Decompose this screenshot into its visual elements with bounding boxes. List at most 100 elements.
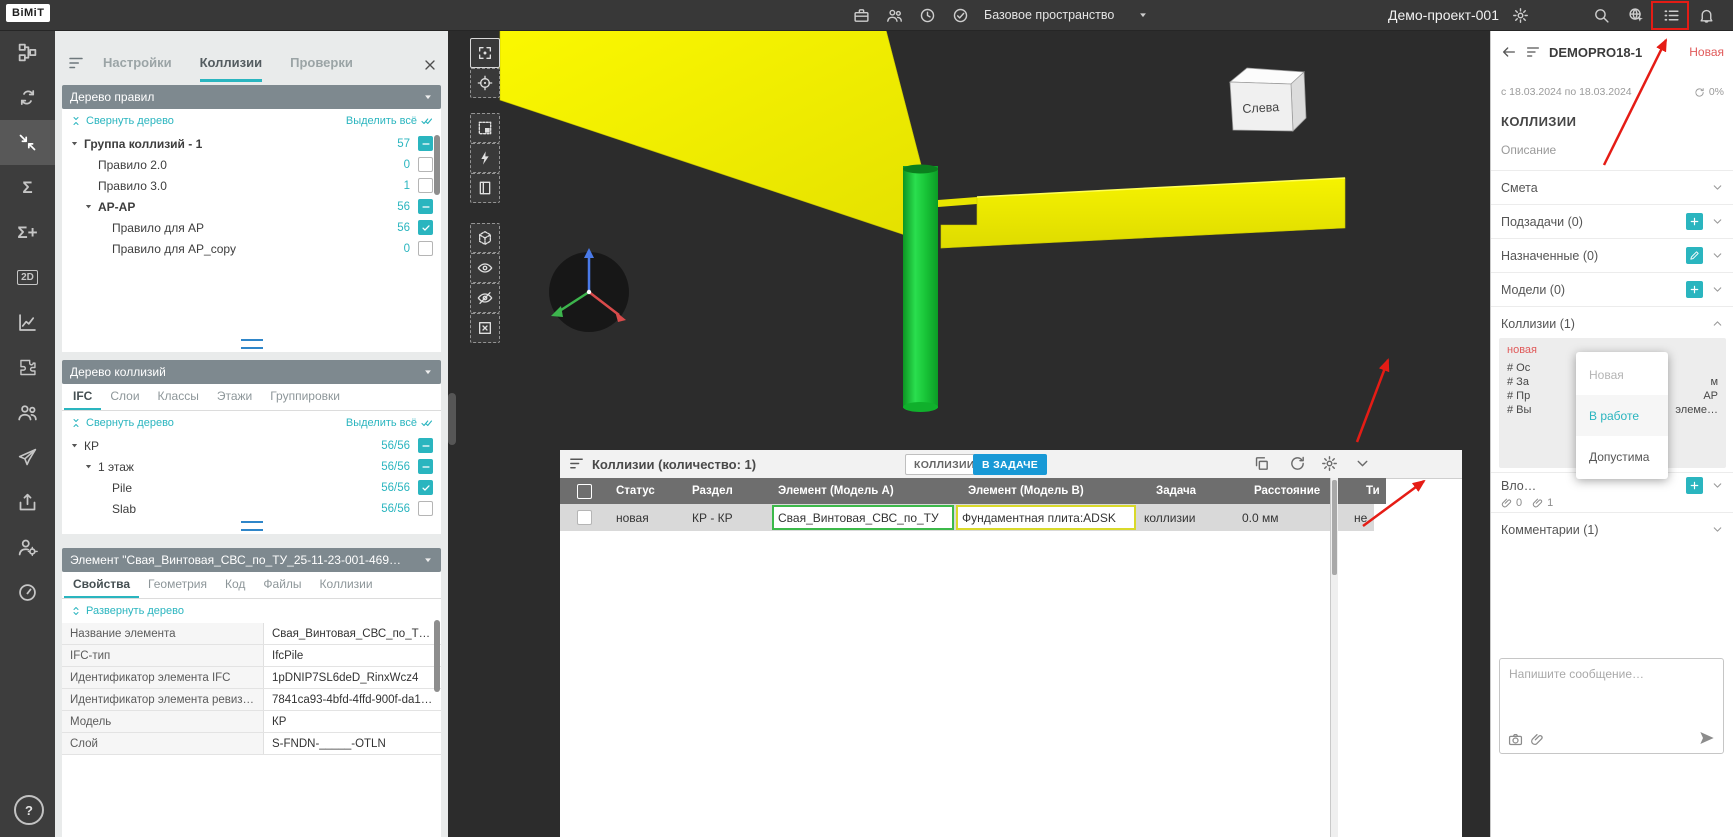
column-header[interactable]: Элемент (Модель A) — [770, 485, 960, 497]
tree-tab-4[interactable]: Группировки — [261, 384, 349, 410]
panel-tab-1[interactable]: Коллизии — [200, 55, 263, 82]
edit-assigned-button[interactable] — [1686, 247, 1703, 264]
model-sync-icon[interactable] — [0, 75, 55, 120]
notifications-icon[interactable] — [1695, 4, 1717, 26]
close-panel-icon[interactable] — [422, 57, 438, 73]
caret-down-icon[interactable] — [70, 139, 84, 148]
sum-plus-icon[interactable]: Σ+ — [0, 210, 55, 255]
users-icon[interactable] — [883, 4, 905, 26]
collapse-tree-link[interactable]: Свернуть дерево — [70, 417, 174, 429]
zoom-window-button[interactable] — [470, 113, 500, 143]
row-checkbox[interactable] — [418, 459, 433, 474]
task-list-icon[interactable] — [1660, 4, 1682, 26]
tree-row[interactable]: Группа коллизий - 1 57 — [62, 133, 441, 154]
section-collisions[interactable]: Коллизии (1) — [1491, 306, 1733, 340]
cell-element-b[interactable]: Фундаментная плита:ADSK — [954, 504, 1136, 531]
task-menu-icon[interactable] — [1525, 44, 1541, 60]
view-cube-label[interactable]: Слева — [1242, 100, 1279, 116]
property-row[interactable]: Слой S-FNDN-_____-OTLN — [62, 733, 441, 755]
element-tab-1[interactable]: Геометрия — [139, 572, 216, 598]
send-icon[interactable] — [0, 435, 55, 480]
caret-down-icon[interactable] — [84, 202, 98, 211]
tree-tab-0[interactable]: IFC — [64, 384, 101, 410]
fit-view-button[interactable] — [470, 38, 500, 68]
sort-icon[interactable] — [67, 54, 85, 72]
search-icon[interactable] — [1590, 4, 1612, 26]
tree-row[interactable]: Правило 3.0 1 — [62, 175, 441, 196]
message-input[interactable]: Напишите сообщение… — [1499, 658, 1724, 754]
column-header[interactable]: Элемент (Модель B) — [960, 485, 1148, 497]
add-model-button[interactable] — [1686, 281, 1703, 298]
section-assigned[interactable]: Назначенные (0) — [1491, 238, 1733, 272]
app-logo[interactable]: BiMiT — [6, 4, 50, 22]
refresh-icon[interactable] — [1289, 455, 1306, 472]
tree-row[interactable]: Slab 56/56 — [62, 498, 441, 519]
element-tab-3[interactable]: Файлы — [254, 572, 310, 598]
tree-row[interactable]: Правило для АР 56 — [62, 217, 441, 238]
sort-icon[interactable] — [568, 455, 585, 472]
row-checkbox[interactable] — [418, 136, 433, 151]
scrollbar[interactable] — [434, 620, 440, 692]
show-button[interactable] — [470, 253, 500, 283]
select-all-link[interactable]: Выделить всё — [346, 417, 433, 429]
project-settings-icon[interactable] — [1509, 4, 1531, 26]
hide-button[interactable] — [470, 283, 500, 313]
select-all-link[interactable]: Выделить всё — [346, 115, 433, 127]
workspace-selector[interactable]: Базовое пространство — [984, 0, 1154, 30]
sheets-button[interactable] — [470, 173, 500, 203]
task-status-badge[interactable]: Новая — [1689, 45, 1724, 59]
panel-tab-2[interactable]: Проверки — [290, 55, 353, 82]
check-circle-icon[interactable] — [949, 4, 971, 26]
column-header[interactable]: Расстояние — [1246, 485, 1358, 497]
briefcase-icon[interactable] — [850, 4, 872, 26]
resize-handle[interactable] — [241, 339, 263, 349]
row-checkbox[interactable] — [418, 480, 433, 495]
row-checkbox[interactable] — [418, 501, 433, 516]
cell-element-a[interactable]: Свая_Винтовая_СВС_по_ТУ — [770, 504, 954, 531]
chevron-down-icon[interactable] — [1354, 455, 1371, 472]
resize-handle[interactable] — [241, 521, 263, 531]
plugins-icon[interactable] — [0, 345, 55, 390]
in-task-toggle-button[interactable]: В ЗАДАЧЕ — [973, 454, 1047, 475]
element-tab-4[interactable]: Коллизии — [311, 572, 382, 598]
nav-gizmo[interactable] — [549, 248, 629, 332]
attach-icon[interactable] — [1530, 732, 1545, 747]
add-subtask-button[interactable] — [1686, 213, 1703, 230]
select-all-checkbox[interactable] — [577, 484, 592, 499]
camera-icon[interactable] — [1508, 732, 1523, 747]
table-scrollbar[interactable] — [1330, 478, 1338, 837]
2d-view-icon[interactable]: 2D — [0, 255, 55, 300]
globe-clock-icon[interactable] — [916, 4, 938, 26]
collisions-toggle-button[interactable]: КОЛЛИЗИИ — [905, 454, 984, 475]
status-option-1[interactable]: В работе — [1576, 395, 1668, 436]
delete-selection-button[interactable] — [470, 313, 500, 343]
tree-row[interactable]: Правило 2.0 0 — [62, 154, 441, 175]
section-models[interactable]: Модели (0) — [1491, 272, 1733, 306]
help-button[interactable]: ? — [14, 795, 44, 825]
element-tab-2[interactable]: Код — [216, 572, 254, 598]
view-cube[interactable]: Слева — [1230, 68, 1306, 131]
sum-icon[interactable]: Σ — [0, 165, 55, 210]
add-attachment-button[interactable] — [1686, 477, 1703, 494]
tree-row[interactable]: 1 этаж 56/56 — [62, 456, 441, 477]
back-icon[interactable] — [1501, 44, 1517, 60]
row-checkbox[interactable] — [418, 199, 433, 214]
caret-down-icon[interactable] — [84, 462, 98, 471]
property-row[interactable]: Название элемента Свая_Винтовая_СВС_по_Т… — [62, 623, 441, 645]
property-row[interactable]: Идентификатор элемента IFC 1pDNIP7SL6deD… — [62, 667, 441, 689]
status-option-2[interactable]: Допустима — [1576, 436, 1668, 477]
row-checkbox[interactable] — [418, 178, 433, 193]
table-settings-icon[interactable] — [1321, 455, 1338, 472]
clash-detection-icon[interactable] — [0, 120, 55, 165]
element-tab-0[interactable]: Свойства — [64, 572, 139, 598]
collision-tree-header[interactable]: Дерево коллизий — [62, 360, 441, 384]
user-settings-icon[interactable] — [0, 525, 55, 570]
tree-row[interactable]: АР-АР 56 — [62, 196, 441, 217]
property-row[interactable]: Идентификатор элемента ревиз… 7841ca93-4… — [62, 689, 441, 711]
target-button[interactable] — [470, 68, 500, 98]
element-section-header[interactable]: Элемент "Свая_Винтовая_СВС_по_ТУ_25-11-2… — [62, 548, 441, 572]
column-header[interactable]: Задача — [1148, 485, 1246, 497]
dashboard-icon[interactable] — [0, 570, 55, 615]
caret-down-icon[interactable] — [70, 441, 84, 450]
section-comments[interactable]: Комментарии (1) — [1491, 512, 1733, 546]
